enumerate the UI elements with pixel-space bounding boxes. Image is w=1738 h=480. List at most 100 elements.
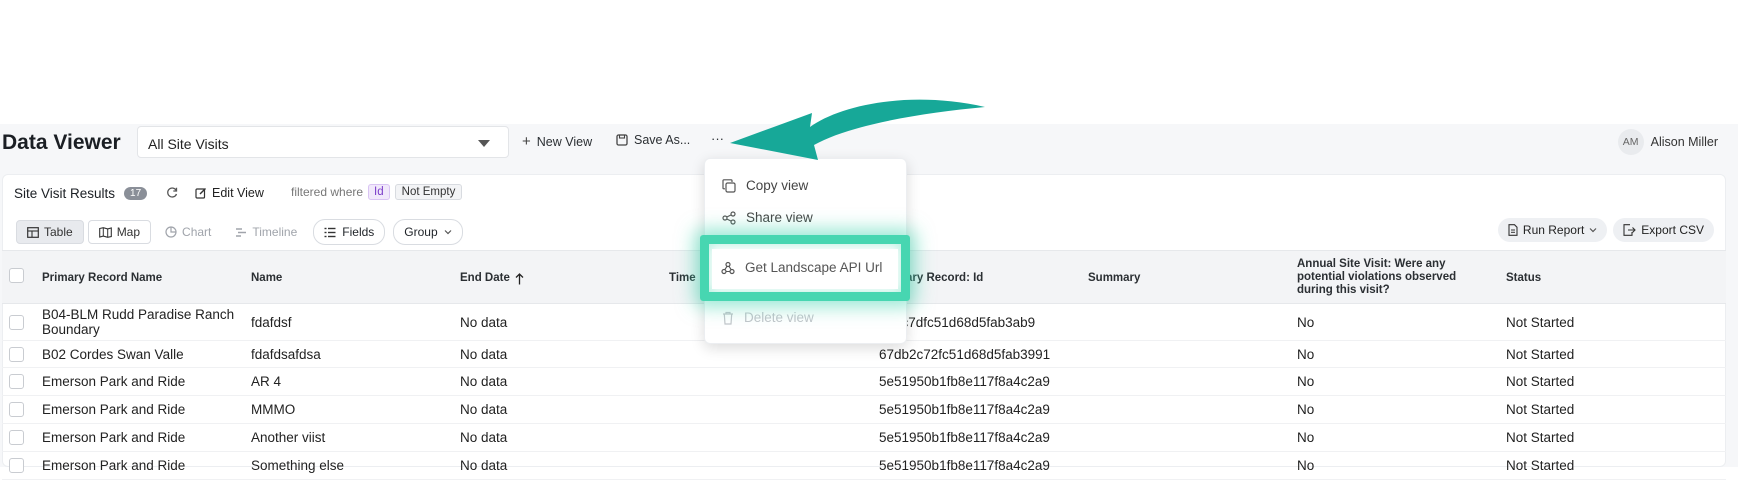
tab-map[interactable]: Map	[87, 220, 152, 244]
tab-map-label: Map	[116, 225, 141, 239]
new-view-button[interactable]: + New View	[522, 133, 592, 150]
new-view-label: New View	[536, 134, 593, 149]
menu-item-delete-view[interactable]: Delete view	[722, 310, 814, 325]
tab-timeline-label: Timeline	[252, 225, 298, 239]
column-header-time[interactable]: Time	[669, 272, 696, 285]
cell-status: Not Started	[1506, 402, 1575, 417]
sort-ascending-icon	[515, 272, 524, 285]
cell-name: fdafdsf	[251, 314, 292, 330]
user-name: Alison Miller	[1650, 135, 1718, 149]
chart-icon	[165, 226, 177, 238]
row-checkbox[interactable]	[9, 314, 24, 330]
run-report-button[interactable]: Run Report	[1497, 218, 1608, 242]
user-menu[interactable]: AM Alison Miller	[1617, 129, 1718, 155]
end-date-label: End Date	[460, 272, 510, 284]
cell-status: Not Started	[1506, 314, 1575, 330]
fields-label: Fields	[342, 225, 375, 239]
group-label: Group	[404, 225, 438, 239]
cell-primary-record-id: 67db2c72fc51d68d5fab3991	[879, 346, 1051, 362]
select-all-checkbox[interactable]	[9, 268, 24, 283]
column-header-end-date[interactable]: End Date	[460, 272, 524, 285]
row-divider	[2, 451, 1726, 452]
annotation-arrow	[730, 99, 985, 160]
filter-operator-chip[interactable]: Not Empty	[394, 184, 463, 200]
cell-primary-record-name: Emerson Park and Ride	[42, 402, 186, 417]
cell-status: Not Started	[1506, 374, 1575, 389]
cell-end-date: No data	[460, 402, 508, 417]
view-select[interactable]: All Site Visits	[137, 126, 509, 158]
tab-chart[interactable]: Chart	[155, 220, 221, 244]
column-header-violations[interactable]: Annual Site Visit: Were any potential vi…	[1297, 258, 1472, 297]
copy-icon	[722, 178, 736, 193]
cell-violations: No	[1297, 346, 1315, 362]
menu-item-get-landscape-api-url[interactable]: Get Landscape API Url	[721, 260, 882, 275]
row-checkbox[interactable]	[9, 458, 24, 473]
cell-violations: No	[1297, 458, 1315, 473]
count-badge: 17	[124, 187, 148, 200]
menu-item-share-view[interactable]: Share view	[722, 210, 813, 225]
cell-primary-record-name: Emerson Park and Ride	[42, 374, 186, 389]
plus-icon: +	[522, 133, 531, 150]
save-as-button[interactable]: Save As...	[616, 133, 690, 147]
tab-chart-label: Chart	[182, 225, 212, 239]
cell-violations: No	[1297, 430, 1315, 445]
chevron-down-icon	[444, 229, 452, 235]
tab-table-label: Table	[44, 225, 73, 239]
export-csv-label: Export CSV	[1641, 223, 1704, 237]
filter-field-chip[interactable]: Id	[368, 184, 390, 200]
share-view-label: Share view	[746, 210, 813, 225]
refresh-icon[interactable]	[166, 186, 179, 199]
cell-status: Not Started	[1506, 458, 1575, 473]
column-header-primary-record-name[interactable]: Primary Record Name	[42, 272, 162, 285]
cell-name: fdafdsafdsa	[251, 346, 321, 362]
save-icon	[616, 134, 628, 146]
edit-view-label: Edit View	[212, 186, 264, 200]
cell-name: Another viist	[251, 430, 326, 445]
row-checkbox[interactable]	[9, 346, 24, 362]
cell-primary-record-id: 5e51950b1fb8e117f8a4c2a9	[879, 458, 1050, 473]
group-button[interactable]: Group	[393, 219, 463, 245]
row-checkbox[interactable]	[9, 374, 24, 389]
column-header-name[interactable]: Name	[251, 272, 282, 285]
filter-summary: filtered where Id Not Empty	[291, 184, 463, 200]
fields-button[interactable]: Fields	[313, 219, 386, 245]
save-as-label: Save As...	[634, 133, 691, 147]
cell-end-date: No data	[460, 458, 508, 473]
cell-name: Something else	[251, 458, 345, 473]
cell-primary-record-name: B04-BLM Rudd Paradise Ranch Boundary	[42, 307, 235, 337]
edit-view-button[interactable]: Edit View	[195, 186, 264, 200]
edit-icon	[195, 187, 207, 199]
row-checkbox[interactable]	[9, 430, 24, 445]
export-csv-button[interactable]: Export CSV	[1613, 218, 1714, 242]
table-icon	[27, 226, 39, 238]
column-header-summary[interactable]: Summary	[1088, 272, 1140, 285]
filter-prefix: filtered where	[291, 185, 364, 199]
column-header-primary-record-id[interactable]: ary Record: Id	[906, 272, 983, 285]
view-tabs: Table Map Chart Timeline Fields Group	[16, 219, 463, 245]
share-icon	[722, 210, 736, 225]
menu-item-copy-view[interactable]: Copy view	[722, 178, 808, 193]
page-title: Data Viewer	[2, 131, 121, 154]
row-divider	[2, 395, 1726, 396]
cell-primary-record-name: Emerson Park and Ride	[42, 430, 186, 445]
report-icon	[1508, 224, 1518, 236]
map-icon	[98, 226, 112, 238]
cell-name: MMMO	[251, 402, 296, 417]
cell-primary-record-name: Emerson Park and Ride	[42, 458, 186, 473]
row-divider	[2, 367, 1726, 368]
row-checkbox[interactable]	[9, 402, 24, 417]
export-icon	[1623, 224, 1637, 236]
cell-violations: No	[1297, 402, 1315, 417]
tab-table[interactable]: Table	[16, 220, 84, 244]
chevron-down-icon	[1589, 227, 1597, 233]
timeline-icon	[235, 227, 247, 238]
cell-primary-record-id: 5e51950b1fb8e117f8a4c2a9	[879, 374, 1050, 389]
cell-primary-record-name: B02 Cordes Swan Valle	[42, 346, 184, 362]
copy-view-label: Copy view	[746, 178, 809, 193]
cell-name: AR 4	[251, 374, 282, 389]
run-report-label: Run Report	[1522, 223, 1585, 237]
column-header-status[interactable]: Status	[1506, 272, 1541, 285]
cell-end-date: No data	[460, 430, 508, 445]
cell-end-date: No data	[460, 374, 508, 389]
tab-timeline[interactable]: Timeline	[225, 220, 307, 244]
